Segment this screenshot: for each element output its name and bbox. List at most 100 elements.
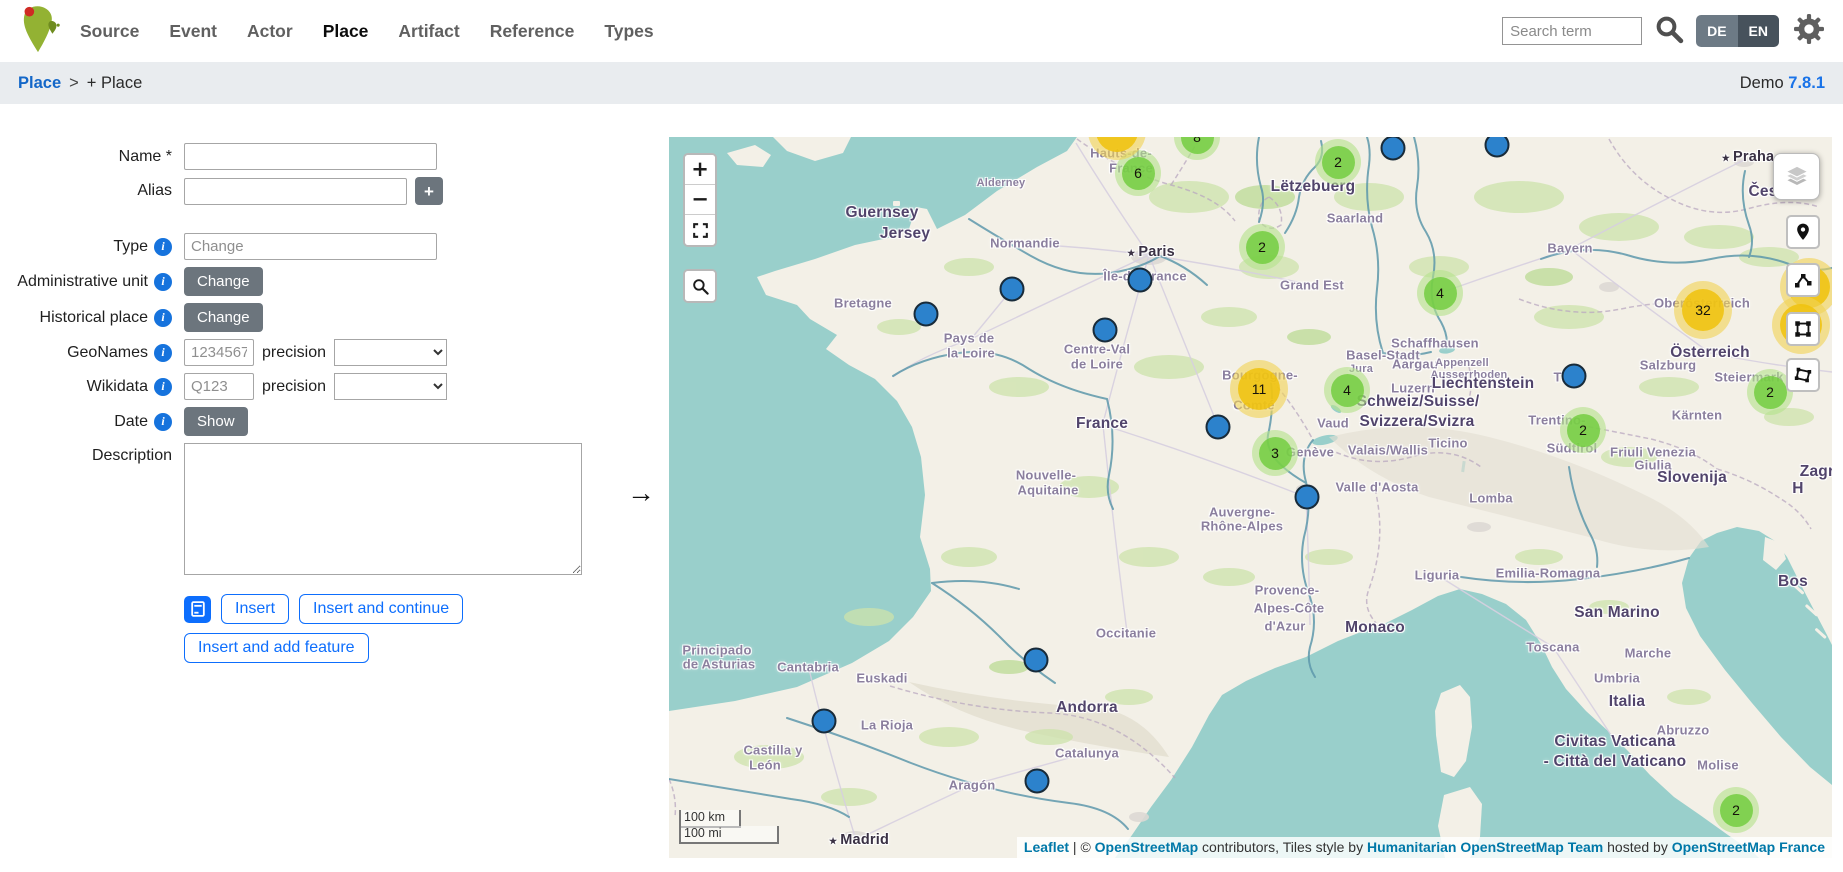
map-search-control: [683, 269, 717, 303]
map-label-alpes-c-te: Alpes-Côte: [1254, 601, 1325, 616]
language-switcher: DE EN: [1696, 15, 1779, 47]
wikidata-input[interactable]: [184, 373, 254, 400]
map-label-castilla-y: Castilla y: [743, 743, 802, 758]
cluster-count: 2: [1754, 376, 1787, 409]
alias-label: Alias: [137, 182, 172, 200]
wikidata-info-icon[interactable]: i: [154, 378, 172, 396]
type-info-icon[interactable]: i: [154, 238, 172, 256]
map-point-marker[interactable]: [1000, 277, 1025, 302]
map-point-marker[interactable]: [1562, 364, 1587, 389]
version-link[interactable]: 7.8.1: [1788, 74, 1825, 92]
map-cluster-11[interactable]: 11: [1230, 360, 1288, 418]
map-label-occitanie: Occitanie: [1096, 626, 1156, 641]
historical-place-change-button[interactable]: Change: [184, 303, 263, 332]
map-point-marker[interactable]: [1093, 318, 1118, 343]
nav-item-reference[interactable]: Reference: [490, 21, 575, 42]
draw-rectangle-button[interactable]: [1786, 312, 1820, 346]
date-info-icon[interactable]: i: [154, 413, 172, 431]
breadcrumb-separator: >: [69, 74, 79, 93]
map-point-marker[interactable]: [1025, 769, 1050, 794]
map-label-liechtenstein: Liechtenstein: [1432, 375, 1535, 393]
historical-place-info-icon[interactable]: i: [154, 309, 172, 327]
map-cluster-32[interactable]: 32: [1674, 281, 1732, 339]
map-point-marker[interactable]: [812, 709, 837, 734]
map-label-arag-n: Aragón: [949, 778, 996, 793]
map-label-le-n: León: [749, 758, 781, 773]
draw-polyline-button[interactable]: [1786, 263, 1820, 297]
map-cluster-3[interactable]: 3: [1252, 430, 1298, 476]
osm-link[interactable]: OpenStreetMap: [1095, 839, 1198, 855]
add-alias-button[interactable]: +: [415, 177, 443, 205]
map-label-normandie: Normandie: [990, 236, 1060, 251]
map-label-la-loire: la Loire: [947, 346, 995, 361]
administrative-unit-info-icon[interactable]: i: [154, 273, 172, 291]
breadcrumb-bar: Place > + Place Demo 7.8.1: [0, 62, 1843, 104]
layers-button[interactable]: [1773, 153, 1820, 200]
map-cluster-2[interactable]: 2: [1560, 407, 1606, 453]
insert-and-add-feature-button[interactable]: Insert and add feature: [184, 633, 369, 663]
map-label-andorra: Andorra: [1056, 699, 1118, 717]
manual-book-icon[interactable]: [184, 596, 211, 623]
search-input[interactable]: [1502, 17, 1642, 45]
draw-marker-button[interactable]: [1786, 215, 1820, 249]
hot-team-link[interactable]: Humanitarian OpenStreetMap Team: [1367, 839, 1603, 855]
map-point-marker[interactable]: [1206, 415, 1231, 440]
description-textarea[interactable]: [184, 443, 582, 575]
nav-item-actor[interactable]: Actor: [247, 21, 293, 42]
map-label-monaco: Monaco: [1345, 619, 1405, 637]
map-point-marker[interactable]: [1024, 648, 1049, 673]
geonames-precision-select[interactable]: [334, 339, 447, 366]
map-cluster-2[interactable]: 2: [1713, 787, 1759, 833]
map-label-valais-wallis: Valais/Wallis: [1348, 443, 1428, 458]
map-label-h: H: [1792, 480, 1803, 498]
wikidata-precision-select[interactable]: [334, 373, 447, 400]
app-logo-icon[interactable]: [16, 4, 60, 59]
geonames-input[interactable]: [184, 339, 254, 366]
map-point-marker[interactable]: [914, 302, 939, 327]
nav-item-source[interactable]: Source: [80, 21, 139, 42]
osm-france-link[interactable]: OpenStreetMap France: [1672, 839, 1825, 855]
name-input[interactable]: [184, 143, 437, 170]
geonames-info-icon[interactable]: i: [154, 344, 172, 362]
map-cluster-4[interactable]: 4: [1324, 367, 1370, 413]
administrative-unit-change-button[interactable]: Change: [184, 267, 263, 296]
map-point-marker[interactable]: [1128, 268, 1153, 293]
draw-polygon-button[interactable]: [1786, 358, 1820, 392]
type-input[interactable]: [184, 233, 437, 260]
map-cluster-4[interactable]: 4: [1417, 270, 1463, 316]
nav-item-event[interactable]: Event: [169, 21, 217, 42]
map-label-sterreich: Österreich: [1670, 344, 1750, 362]
map-search-button[interactable]: [685, 271, 715, 301]
map-label-valle-d-aosta: Valle d'Aosta: [1336, 480, 1419, 495]
date-show-button[interactable]: Show: [184, 407, 248, 436]
leaflet-link[interactable]: Leaflet: [1024, 839, 1069, 855]
map-cluster-2[interactable]: 2: [1239, 224, 1285, 270]
map-label-slovenija: Slovenija: [1657, 469, 1727, 487]
breadcrumb-place-link[interactable]: Place: [18, 74, 61, 93]
leaflet-map[interactable]: Hauts-de-FranceAlderneyGuernseyJerseyNor…: [669, 137, 1832, 858]
alias-input[interactable]: [184, 178, 407, 205]
nav-item-types[interactable]: Types: [604, 21, 653, 42]
map-label-la-rioja: La Rioja: [861, 718, 913, 733]
map-cluster-2[interactable]: 2: [1315, 139, 1361, 185]
nav-item-artifact[interactable]: Artifact: [398, 21, 459, 42]
insert-and-continue-button[interactable]: Insert and continue: [299, 594, 463, 624]
search-icon[interactable]: [1654, 14, 1684, 49]
insert-button[interactable]: Insert: [221, 594, 289, 624]
zoom-in-button[interactable]: +: [685, 155, 715, 185]
fullscreen-button[interactable]: [685, 215, 715, 245]
zoom-out-button[interactable]: −: [685, 185, 715, 215]
lang-en-button[interactable]: EN: [1738, 15, 1779, 47]
map-zoom-control: + −: [683, 153, 717, 247]
cluster-count: 2: [1567, 414, 1600, 447]
scale-mi: 100 mi: [679, 826, 779, 844]
wikidata-precision-label: precision: [262, 378, 326, 396]
map-scale: 100 km 100 mi: [679, 810, 779, 844]
collapse-form-arrow-icon[interactable]: →: [627, 477, 655, 509]
nav-item-place[interactable]: Place: [323, 21, 369, 42]
gear-icon[interactable]: [1791, 11, 1827, 52]
attribution-text: | ©: [1069, 839, 1095, 855]
map-label-vaud: Vaud: [1317, 416, 1349, 431]
lang-de-button[interactable]: DE: [1696, 15, 1737, 47]
map-point-marker[interactable]: [1295, 485, 1320, 510]
